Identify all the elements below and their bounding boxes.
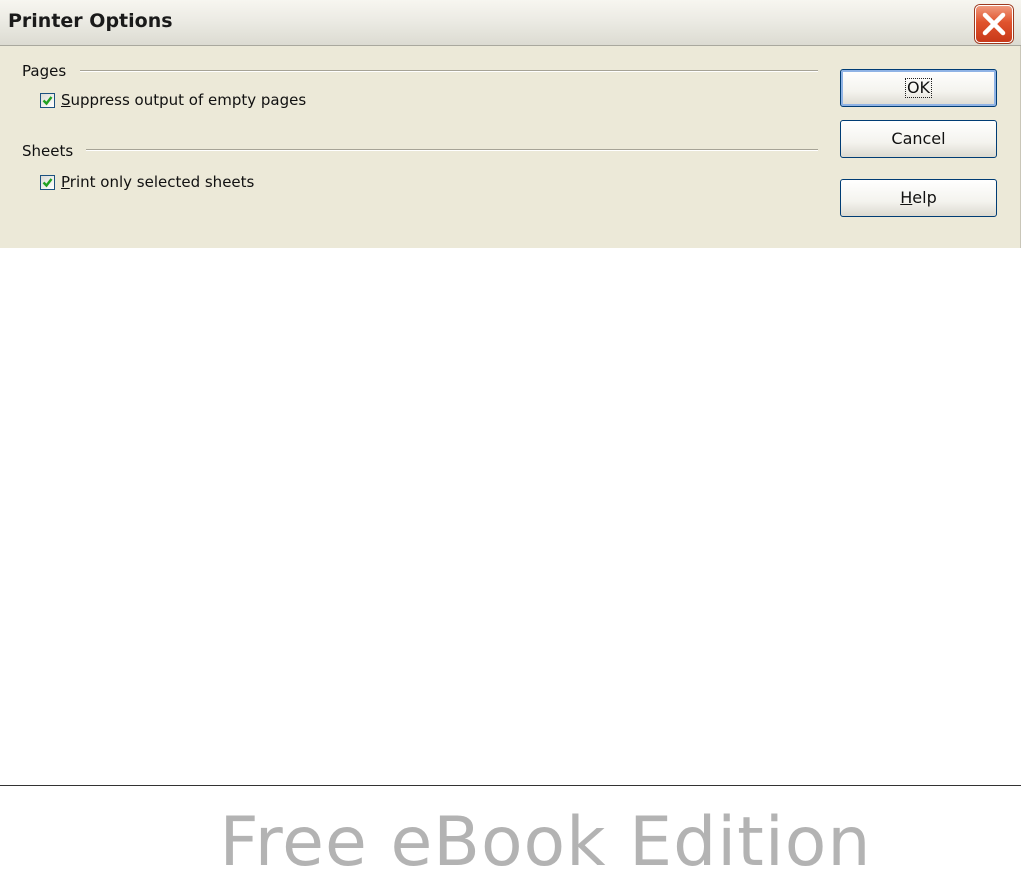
cancel-button[interactable]: Cancel — [840, 120, 997, 158]
sheets-group-separator — [86, 149, 818, 151]
checkmark-icon — [42, 177, 53, 187]
footer-divider — [0, 785, 1021, 786]
ok-button[interactable]: OK — [840, 69, 997, 107]
pages-group-separator — [80, 70, 818, 72]
print-selected-sheets-checkbox[interactable] — [40, 174, 55, 190]
sheets-group-label: Sheets — [22, 142, 74, 160]
suppress-empty-pages-label: Suppress output of empty pages — [61, 91, 307, 109]
checkmark-icon — [42, 95, 53, 105]
free-ebook-watermark: Free eBook Edition — [219, 803, 872, 882]
suppress-empty-pages-option[interactable]: Suppress output of empty pages — [40, 91, 306, 109]
print-selected-sheets-label: Print only selected sheets — [61, 173, 255, 191]
suppress-empty-pages-checkbox[interactable] — [40, 92, 55, 108]
title-bar[interactable]: Printer Options — [0, 0, 1021, 46]
dialog-title: Printer Options — [8, 10, 173, 32]
pages-group-label: Pages — [22, 62, 67, 80]
printer-options-dialog: Printer Options Pages Suppress output of… — [0, 0, 1021, 248]
help-button-label: Help — [900, 188, 937, 207]
close-button[interactable] — [975, 5, 1013, 43]
help-button[interactable]: Help — [840, 179, 997, 217]
print-selected-sheets-option[interactable]: Print only selected sheets — [40, 173, 254, 191]
close-icon — [982, 12, 1006, 36]
ok-button-label: OK — [904, 78, 933, 98]
cancel-button-label: Cancel — [891, 129, 946, 148]
